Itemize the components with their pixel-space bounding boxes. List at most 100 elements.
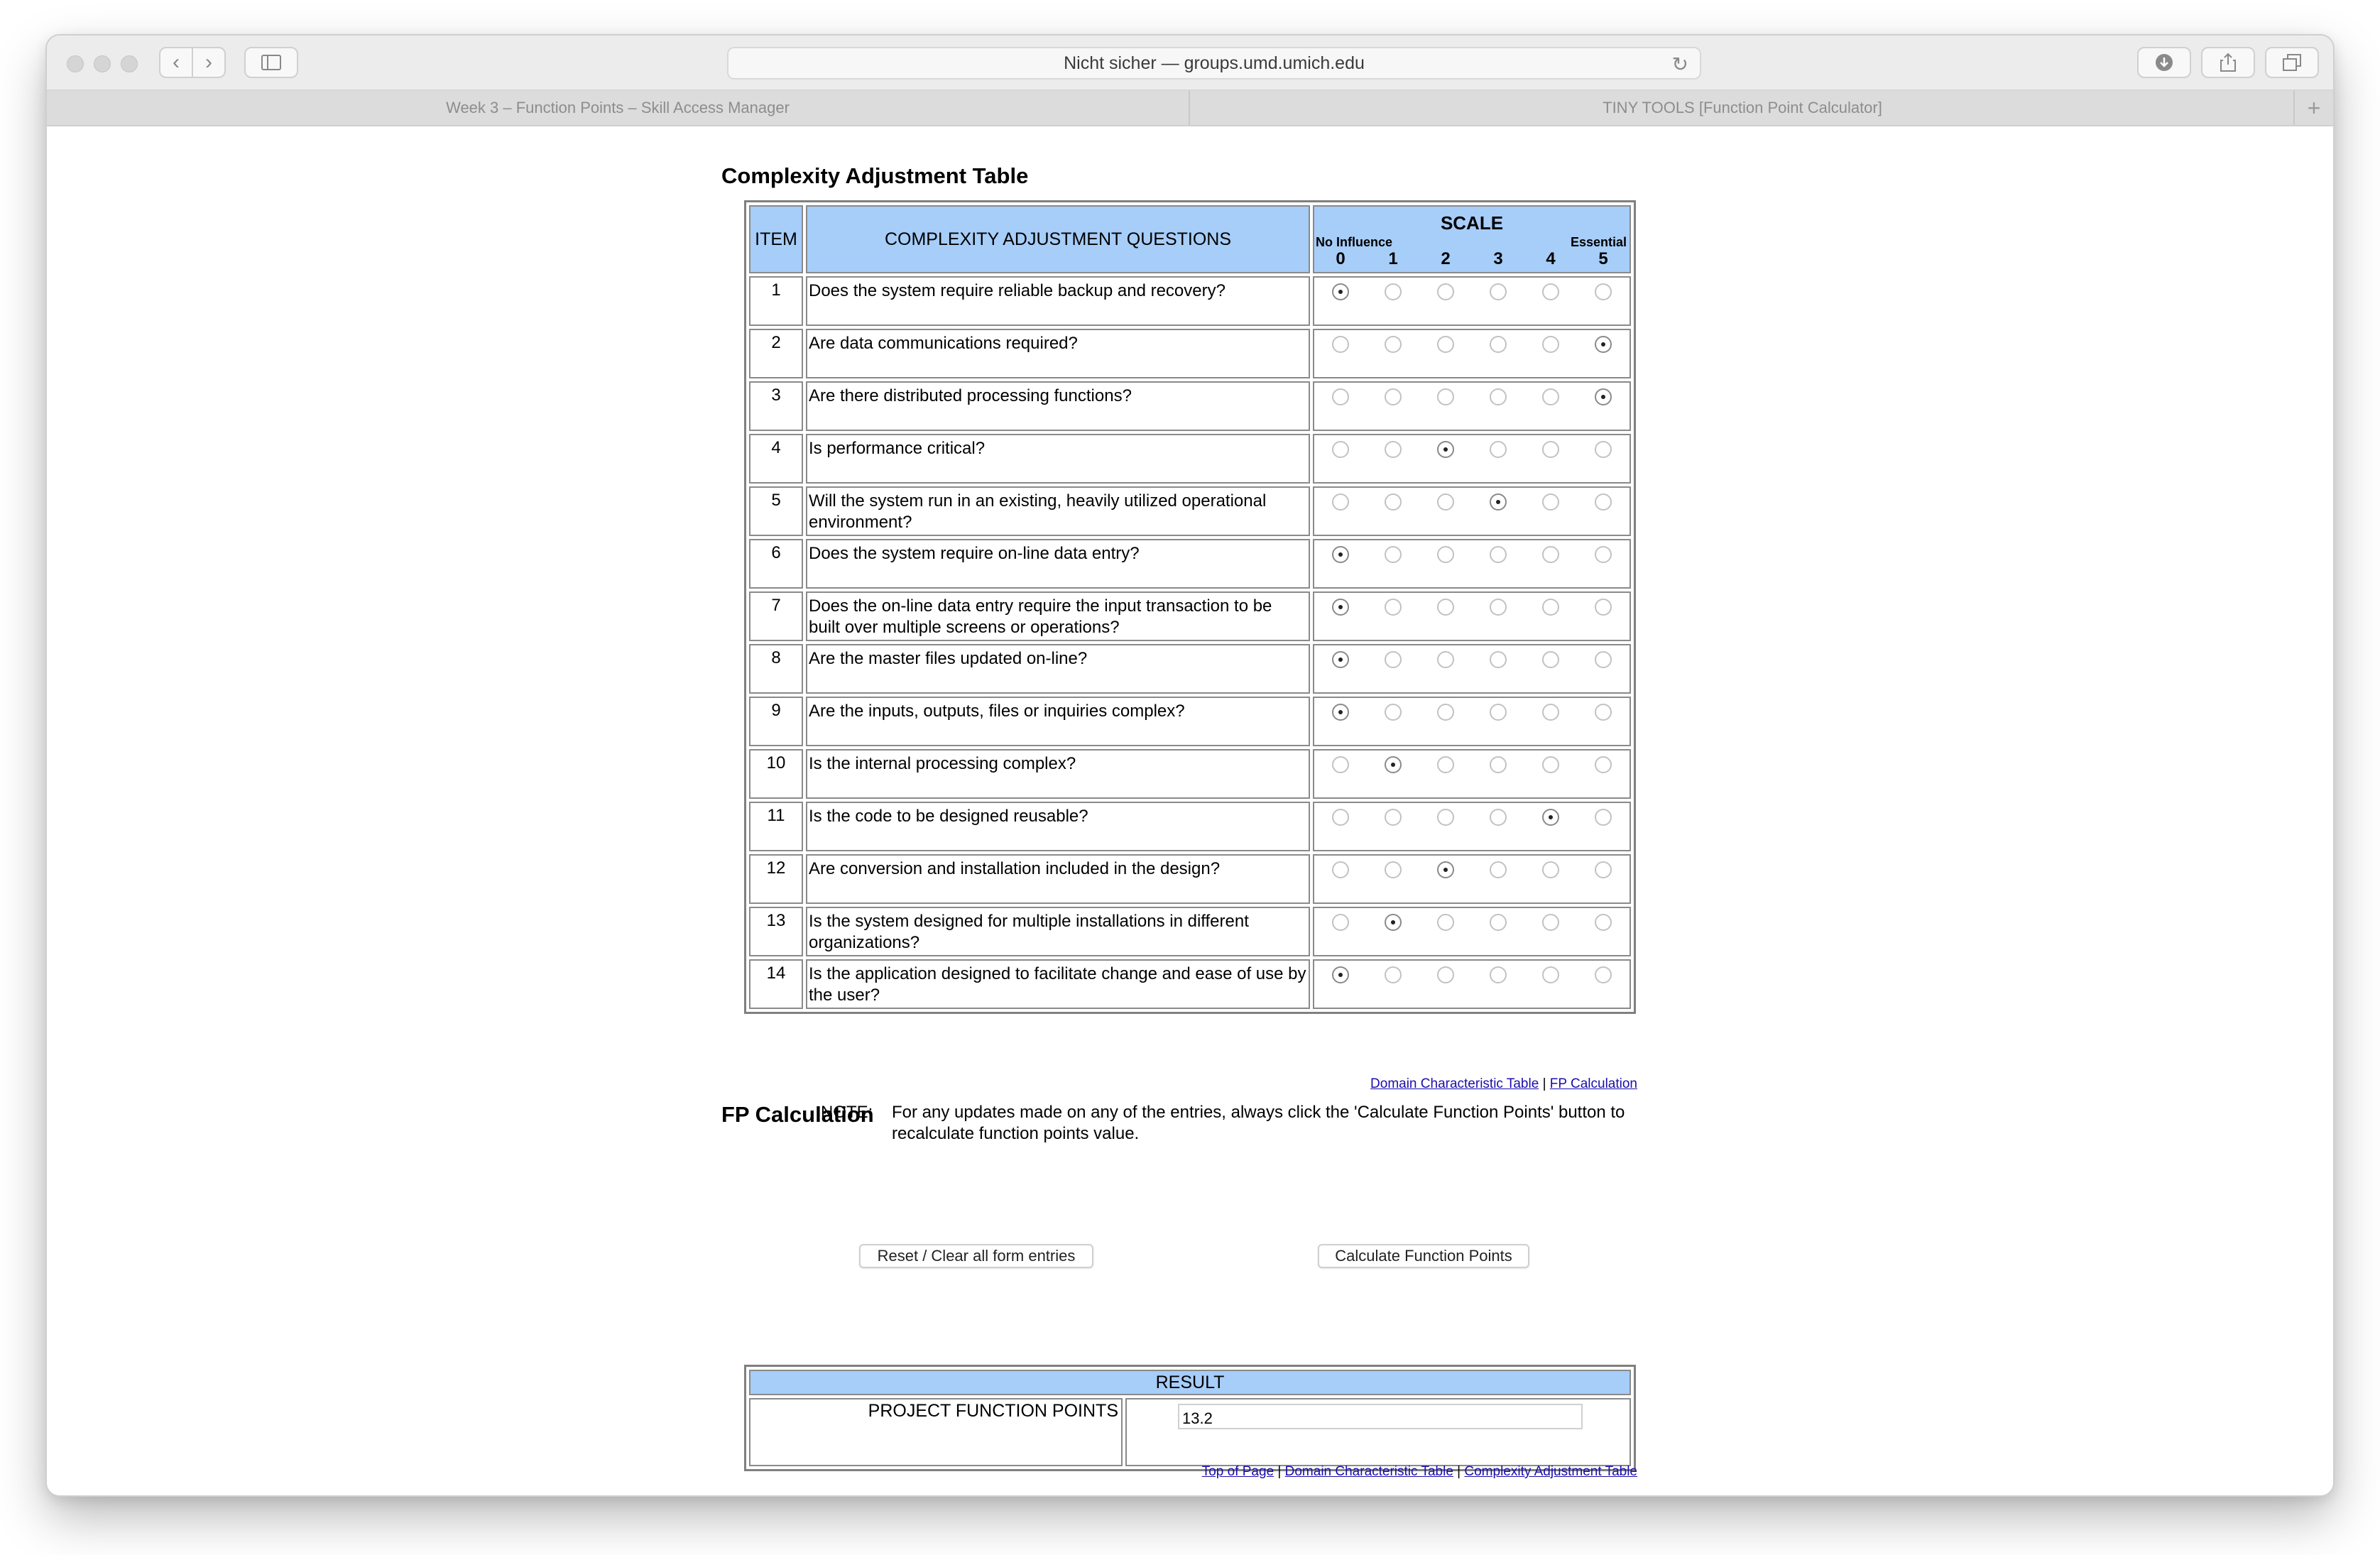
close-window-button[interactable]	[67, 55, 84, 72]
scale-radio-3[interactable]	[1490, 704, 1507, 721]
scale-radio-5[interactable]	[1595, 336, 1612, 353]
scale-radio-2[interactable]	[1437, 704, 1454, 721]
scale-radio-3[interactable]	[1490, 966, 1507, 983]
scale-radio-2[interactable]	[1437, 756, 1454, 773]
scale-radio-2[interactable]	[1437, 388, 1454, 405]
share-button[interactable]	[2201, 47, 2255, 78]
scale-radio-5[interactable]	[1595, 914, 1612, 931]
scale-radio-4[interactable]	[1542, 809, 1559, 826]
scale-radio-2[interactable]	[1437, 861, 1454, 878]
scale-radio-4[interactable]	[1542, 756, 1559, 773]
scale-radio-5[interactable]	[1595, 704, 1612, 721]
scale-radio-1[interactable]	[1385, 599, 1402, 616]
scale-radio-3[interactable]	[1490, 388, 1507, 405]
scale-radio-5[interactable]	[1595, 546, 1612, 563]
scale-radio-0[interactable]	[1332, 809, 1349, 826]
result-value-field[interactable]: 13.2	[1178, 1404, 1583, 1429]
link-domain-characteristic[interactable]: Domain Characteristic Table	[1285, 1464, 1453, 1479]
scale-radio-4[interactable]	[1542, 861, 1559, 878]
link-domain-characteristic[interactable]: Domain Characteristic Table	[1370, 1076, 1539, 1091]
link-complexity-adjustment[interactable]: Complexity Adjustment Table	[1464, 1464, 1637, 1479]
scale-radio-1[interactable]	[1385, 546, 1402, 563]
scale-radio-2[interactable]	[1437, 336, 1454, 353]
scale-radio-3[interactable]	[1490, 756, 1507, 773]
scale-radio-3[interactable]	[1490, 336, 1507, 353]
back-button[interactable]: ‹	[159, 47, 193, 78]
scale-radio-1[interactable]	[1385, 336, 1402, 353]
scale-radio-1[interactable]	[1385, 388, 1402, 405]
scale-radio-0[interactable]	[1332, 336, 1349, 353]
scale-radio-3[interactable]	[1490, 599, 1507, 616]
scale-radio-1[interactable]	[1385, 283, 1402, 300]
scale-radio-1[interactable]	[1385, 493, 1402, 511]
scale-radio-0[interactable]	[1332, 861, 1349, 878]
scale-radio-4[interactable]	[1542, 966, 1559, 983]
new-tab-button[interactable]: +	[2293, 91, 2333, 125]
scale-radio-0[interactable]	[1332, 651, 1349, 668]
scale-radio-4[interactable]	[1542, 493, 1559, 511]
scale-radio-5[interactable]	[1595, 966, 1612, 983]
scale-radio-0[interactable]	[1332, 966, 1349, 983]
reset-button[interactable]: Reset / Clear all form entries	[859, 1244, 1093, 1268]
scale-radio-1[interactable]	[1385, 914, 1402, 931]
scale-radio-0[interactable]	[1332, 441, 1349, 458]
tab-week3[interactable]: Week 3 – Function Points – Skill Access …	[47, 91, 1189, 125]
scale-radio-3[interactable]	[1490, 861, 1507, 878]
scale-radio-0[interactable]	[1332, 283, 1349, 300]
scale-radio-3[interactable]	[1490, 441, 1507, 458]
tab-tiny-tools[interactable]: TINY TOOLS [Function Point Calculator]	[1189, 91, 2295, 125]
scale-radio-5[interactable]	[1595, 861, 1612, 878]
scale-radio-3[interactable]	[1490, 546, 1507, 563]
scale-radio-2[interactable]	[1437, 599, 1454, 616]
scale-radio-1[interactable]	[1385, 809, 1402, 826]
scale-radio-5[interactable]	[1595, 599, 1612, 616]
scale-radio-4[interactable]	[1542, 599, 1559, 616]
scale-radio-3[interactable]	[1490, 651, 1507, 668]
scale-radio-0[interactable]	[1332, 704, 1349, 721]
scale-radio-5[interactable]	[1595, 809, 1612, 826]
calculate-button[interactable]: Calculate Function Points	[1318, 1244, 1529, 1268]
scale-radio-3[interactable]	[1490, 493, 1507, 511]
scale-radio-2[interactable]	[1437, 651, 1454, 668]
scale-radio-1[interactable]	[1385, 441, 1402, 458]
scale-radio-5[interactable]	[1595, 441, 1612, 458]
scale-radio-5[interactable]	[1595, 651, 1612, 668]
scale-radio-4[interactable]	[1542, 914, 1559, 931]
scale-radio-5[interactable]	[1595, 756, 1612, 773]
downloads-button[interactable]	[2137, 47, 2191, 78]
scale-radio-0[interactable]	[1332, 599, 1349, 616]
scale-radio-1[interactable]	[1385, 651, 1402, 668]
scale-radio-0[interactable]	[1332, 756, 1349, 773]
minimize-window-button[interactable]	[94, 55, 111, 72]
scale-radio-5[interactable]	[1595, 283, 1612, 300]
scale-radio-0[interactable]	[1332, 914, 1349, 931]
scale-radio-0[interactable]	[1332, 388, 1349, 405]
scale-radio-2[interactable]	[1437, 493, 1454, 511]
scale-radio-2[interactable]	[1437, 966, 1454, 983]
reload-icon[interactable]: ↻	[1672, 53, 1688, 76]
scale-radio-3[interactable]	[1490, 914, 1507, 931]
link-top-of-page[interactable]: Top of Page	[1202, 1464, 1274, 1479]
scale-radio-4[interactable]	[1542, 441, 1559, 458]
scale-radio-4[interactable]	[1542, 546, 1559, 563]
scale-radio-5[interactable]	[1595, 493, 1612, 511]
scale-radio-2[interactable]	[1437, 283, 1454, 300]
scale-radio-0[interactable]	[1332, 546, 1349, 563]
tab-overview-button[interactable]	[2265, 47, 2319, 78]
address-bar[interactable]: Nicht sicher — groups.umd.umich.edu ↻	[727, 47, 1701, 80]
scale-radio-2[interactable]	[1437, 546, 1454, 563]
scale-radio-1[interactable]	[1385, 966, 1402, 983]
scale-radio-2[interactable]	[1437, 441, 1454, 458]
zoom-window-button[interactable]	[121, 55, 138, 72]
sidebar-toggle-button[interactable]	[244, 47, 298, 78]
scale-radio-3[interactable]	[1490, 283, 1507, 300]
scale-radio-0[interactable]	[1332, 493, 1349, 511]
scale-radio-4[interactable]	[1542, 651, 1559, 668]
scale-radio-1[interactable]	[1385, 756, 1402, 773]
scale-radio-1[interactable]	[1385, 861, 1402, 878]
scale-radio-2[interactable]	[1437, 809, 1454, 826]
scale-radio-4[interactable]	[1542, 704, 1559, 721]
scale-radio-5[interactable]	[1595, 388, 1612, 405]
scale-radio-4[interactable]	[1542, 336, 1559, 353]
scale-radio-3[interactable]	[1490, 809, 1507, 826]
